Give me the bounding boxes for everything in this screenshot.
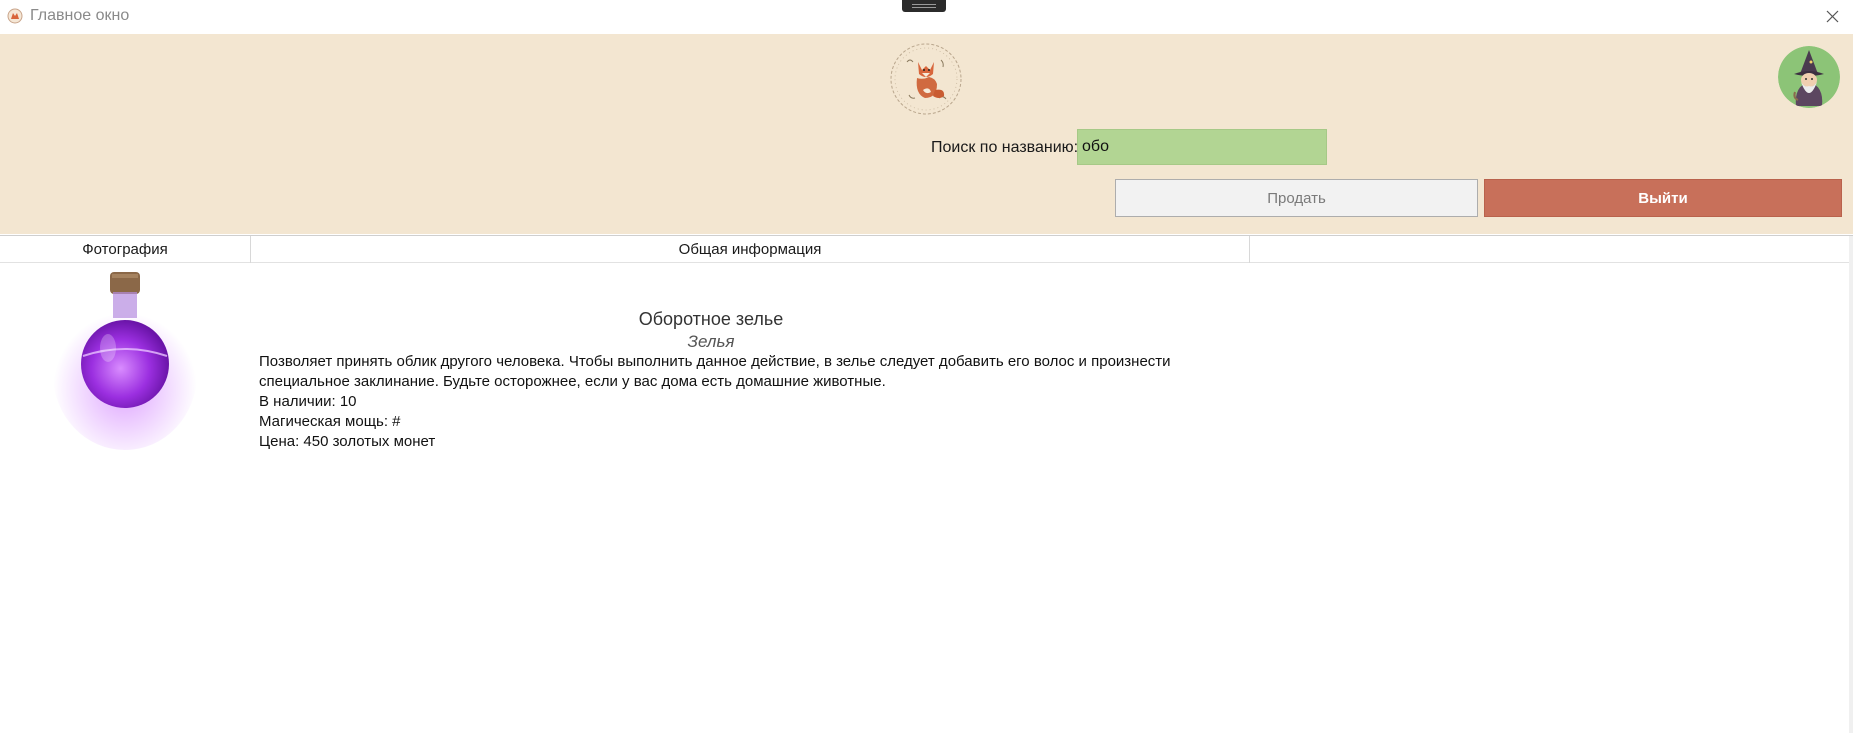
table-header: Фотография Общая информация <box>0 236 1849 263</box>
products-table: Фотография Общая информация Оборотное зе… <box>0 235 1853 733</box>
fox-logo-icon <box>890 43 962 115</box>
wizard-avatar-icon[interactable] <box>1778 46 1840 108</box>
exit-button[interactable]: Выйти <box>1484 179 1842 217</box>
sell-button[interactable]: Продать <box>1115 179 1478 217</box>
product-stock: В наличии: 10 <box>259 393 357 410</box>
column-header-info[interactable]: Общая информация <box>251 236 1250 263</box>
search-input[interactable] <box>1077 129 1327 165</box>
product-description-line: Позволяет принять облик другого человека… <box>259 353 1171 370</box>
header-panel: Поиск по названию: Продать Выйти <box>0 34 1853 234</box>
table-row[interactable]: Оборотное зелье Зелья Позволяет принять … <box>0 264 1849 464</box>
drag-handle[interactable] <box>902 0 946 12</box>
search-label: Поиск по названию: <box>931 139 1079 156</box>
potion-bottle-image <box>53 272 197 450</box>
product-info: Позволяет принять облик другого человека… <box>259 352 1199 452</box>
product-name: Оборотное зелье <box>638 309 784 329</box>
column-header-photo[interactable]: Фотография <box>0 236 251 263</box>
close-icon[interactable] <box>1818 3 1846 29</box>
product-power: Магическая мощь: # <box>259 413 401 430</box>
product-price: Цена: 450 золотых монет <box>259 433 436 450</box>
vertical-scrollbar[interactable] <box>1849 236 1853 733</box>
product-description-line: специальное заклинание. Будьте осторожне… <box>259 373 886 390</box>
product-category: Зелья <box>687 332 735 351</box>
column-header-empty[interactable] <box>1250 236 1849 263</box>
app-fox-icon <box>7 8 23 24</box>
title-bar: Главное окно <box>0 0 1853 34</box>
window-title: Главное окно <box>30 7 130 24</box>
